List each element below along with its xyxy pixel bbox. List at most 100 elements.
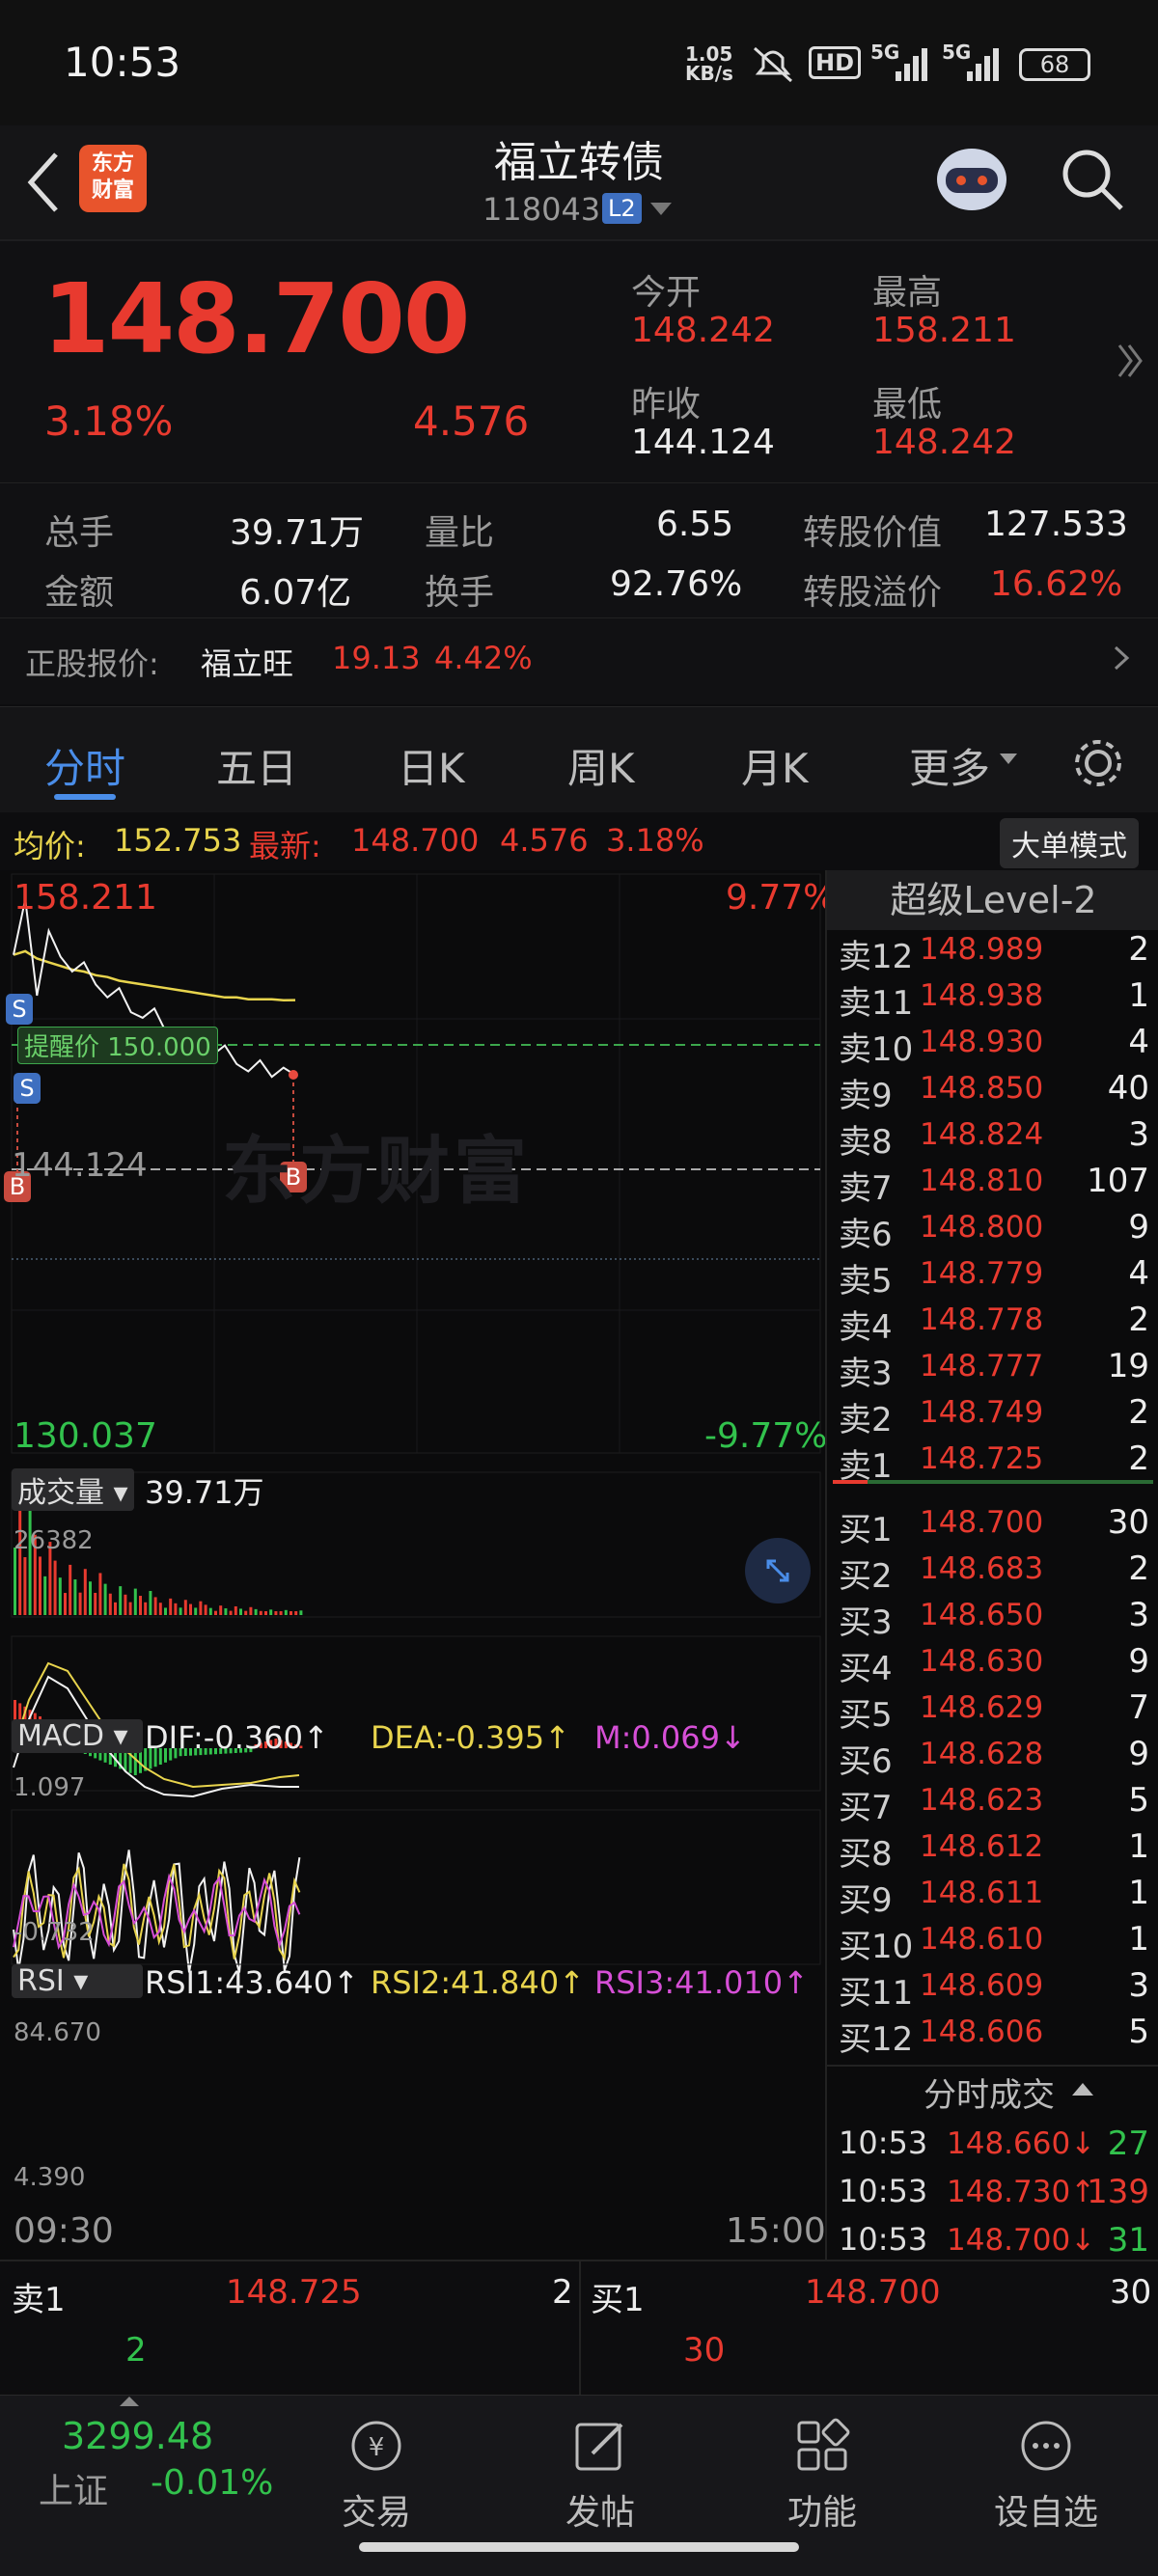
volume-bar [274,1610,278,1615]
last-price: 148.700 [42,262,470,375]
robot-assistant-icon[interactable] [930,135,1013,222]
order-qty: 1 [1128,1874,1149,1912]
volume-bar [114,1602,117,1615]
l1-sell-sub: 2 [125,2331,147,2370]
premium-value: 16.62% [990,564,1123,604]
chart-canvas[interactable]: S S B B [0,870,825,2260]
trade-row: 10:53 148.700↓ 31 [835,2217,1153,2263]
volume-bar [133,1588,137,1615]
order-price: 148.810 [920,1164,1044,1198]
volume-label: 总手 [44,513,115,553]
volume-total: 39.71万 [145,1474,264,1511]
trade-time: 10:53 [839,2221,928,2258]
order-qty: 3 [1128,1115,1149,1154]
rsi-indicator-select[interactable]: RSI ▾ [12,1964,143,1998]
order-price: 148.650 [920,1598,1044,1632]
order-qty: 2 [1128,1549,1149,1588]
order-price: 148.938 [920,978,1044,1013]
prev-close-axis-label: 144.124 [12,1146,148,1185]
bottom-nav: 3299.48 上证 -0.01% ¥ 交易 发帖 功能 设自选 [0,2395,1158,2576]
index-ticker[interactable]: 3299.48 上证 -0.01% [39,2396,280,2521]
tab-weekly-k[interactable]: 周K [567,736,635,795]
order-level: 卖5 [839,1262,893,1301]
underlying-stock-row[interactable]: 正股报价: 福立旺 19.13 4.42% [0,617,1158,704]
trade-qty: 139 [1087,2173,1149,2211]
order-level: 买9 [839,1881,893,1920]
fullscreen-button[interactable] [745,1538,811,1603]
tab-five-day[interactable]: 五日 [216,736,297,795]
svg-text:¥: ¥ [369,2433,385,2462]
volume-bar [299,1610,303,1615]
volume-bar [269,1609,273,1615]
l1-buy-price: 148.700 [805,2273,941,2312]
tab-intraday[interactable]: 分时 [44,736,125,795]
settings-gear-icon[interactable] [1069,734,1127,792]
l1-buy-sub: 30 [683,2331,726,2370]
order-qty: 9 [1128,1208,1149,1247]
intraday-chart[interactable]: S S B B 东方财富 158.211 9.77% 提醒价 150.000 1… [0,870,836,2260]
order-price: 148.612 [920,1829,1044,1864]
volume-bar [53,1560,57,1615]
expand-right-icon[interactable] [1116,342,1144,380]
nav-trade-label: 交易 [341,2493,411,2533]
order-qty: 5 [1128,2013,1149,2051]
chart-tabs: 分时 五日 日K 周K 月K 更多 [0,706,1158,812]
book-title[interactable]: 超级Level-2 [827,870,1158,930]
buy-order-row: 买2 148.683 2 [835,1546,1153,1596]
chevron-down-icon[interactable] [650,203,672,216]
volume-bar [69,1564,72,1615]
premium-label: 转股溢价 [803,573,943,613]
order-price: 148.609 [920,1968,1044,2003]
sell-order-row: 卖4 148.778 2 [835,1297,1153,1347]
trade-row: 10:53 148.660↓ 27 [835,2121,1153,2167]
chart-bottom-pct: -9.77% [704,1416,828,1456]
order-qty: 19 [1107,1347,1149,1385]
buy-order-row: 买4 148.630 9 [835,1638,1153,1688]
hd-badge: HD [809,46,862,79]
volume-indicator-select[interactable]: 成交量 ▾ [12,1468,134,1511]
svg-text:S: S [19,1075,34,1102]
open-value: 148.242 [631,311,775,350]
order-price: 148.777 [920,1349,1044,1384]
tab-indicator [54,794,116,800]
expand-icon [766,1559,789,1582]
tab-daily-k[interactable]: 日K [398,736,465,795]
time-start-label: 09:30 [14,2211,114,2251]
edit-icon [575,2423,623,2471]
order-price: 148.700 [920,1505,1044,1540]
volume-bar [43,1576,47,1615]
volume-bar [128,1602,132,1615]
buy-order-row: 买5 148.629 7 [835,1685,1153,1735]
volume-bar [259,1610,262,1615]
watermark: 东方财富 [222,1128,531,1214]
turnover-value: 92.76% [610,564,743,604]
tab-monthly-k[interactable]: 月K [741,736,809,795]
order-price: 148.930 [920,1025,1044,1059]
volume-bar [78,1592,82,1615]
macd-indicator-select[interactable]: MACD ▾ [12,1719,143,1753]
order-level: 卖6 [839,1216,893,1254]
volume-bar [284,1609,288,1615]
volume-bar [244,1610,248,1615]
volume-bar [164,1607,167,1615]
conversion-value-label: 转股价值 [803,513,943,553]
macd-dea: DEA:-0.395↑ [371,1719,570,1756]
tab-more[interactable]: 更多 [909,736,990,795]
trades-title[interactable]: 分时成交 [924,2069,1055,2116]
volume-bar [264,1611,267,1615]
order-level: 卖2 [839,1401,893,1439]
volume-bar [249,1606,253,1615]
order-level: 买6 [839,1742,893,1781]
volume-bar [204,1604,207,1615]
rsi-lines [13,1850,301,1973]
trade-price: 148.660↓ [947,2126,1096,2161]
order-qty: 1 [1128,1827,1149,1866]
search-icon[interactable] [1058,145,1127,214]
buy-order-row: 买8 148.612 1 [835,1823,1153,1874]
alert-price-label[interactable]: 提醒价 150.000 [17,1027,218,1064]
level-badge[interactable]: L2 [602,193,642,224]
order-qty: 2 [1128,930,1149,969]
more-chevron-icon [1000,754,1017,764]
volume-bar [108,1593,112,1615]
large-order-mode-button[interactable]: 大单模式 [1000,818,1139,868]
